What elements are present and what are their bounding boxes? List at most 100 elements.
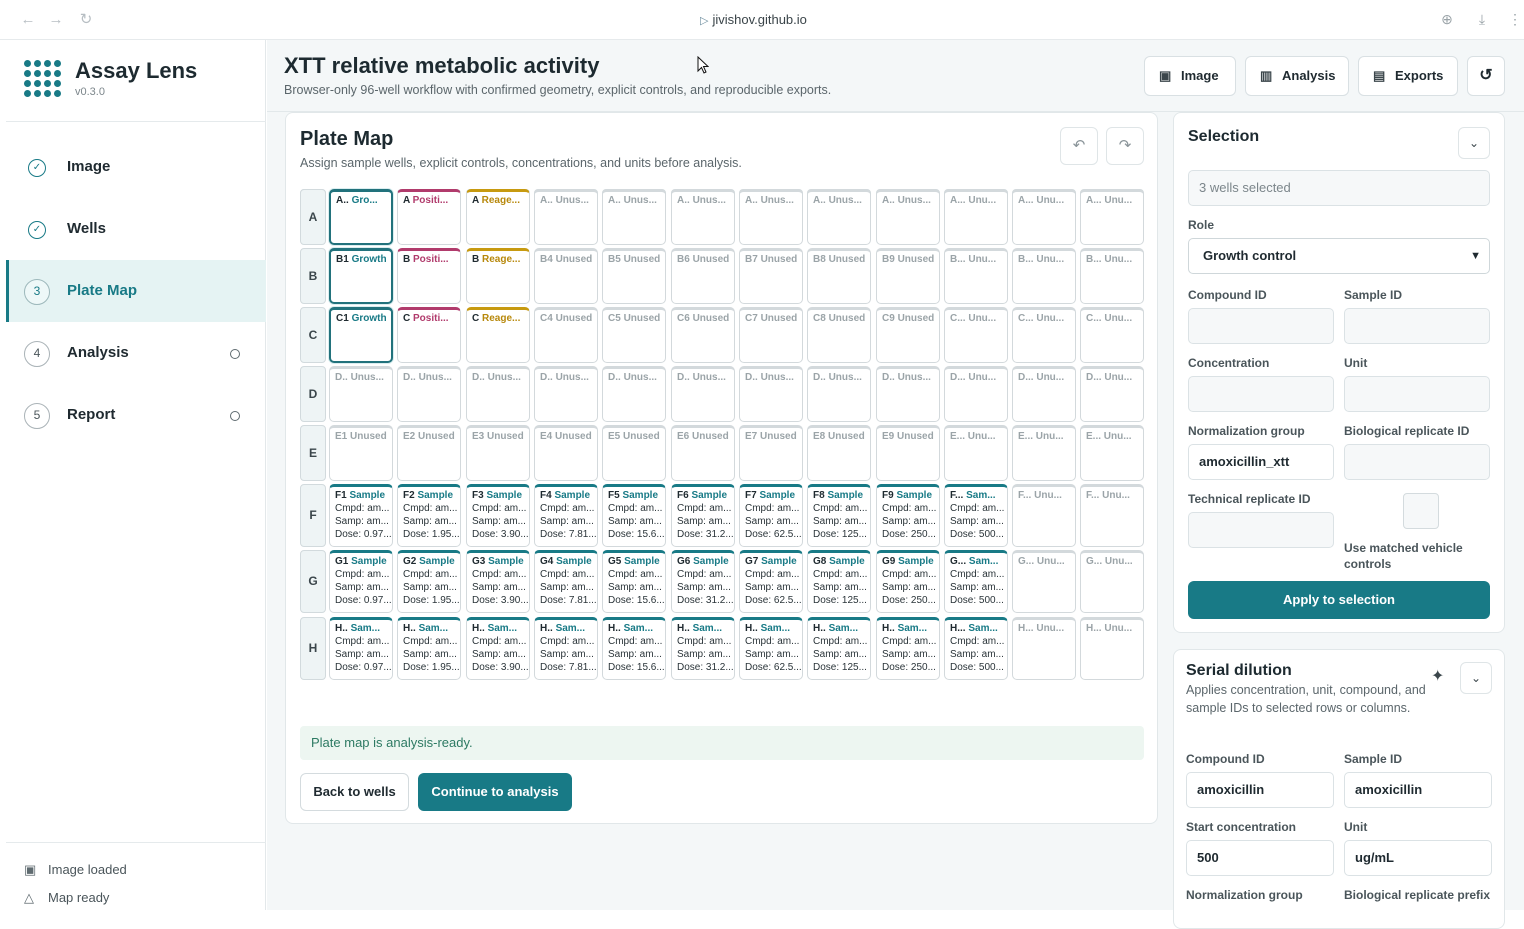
forward-arrow-icon[interactable]: →: [47, 11, 65, 29]
well[interactable]: H... Unu...: [1012, 617, 1076, 680]
well[interactable]: D... Unu...: [1012, 366, 1076, 422]
well[interactable]: B1 Growth: [329, 248, 393, 304]
step-analysis[interactable]: 4 Analysis: [6, 322, 266, 384]
well[interactable]: A.. Unus...: [876, 189, 940, 245]
menu-kebab-icon[interactable]: ⋮: [1507, 11, 1523, 27]
role-select[interactable]: Growth control ▼: [1188, 238, 1490, 274]
well[interactable]: C6 Unused: [671, 307, 735, 363]
well[interactable]: E4 Unused: [534, 425, 598, 481]
well[interactable]: G... Sam... Cmpd: am... Samp: am... Dose: 5…: [944, 550, 1008, 613]
well[interactable]: B... Unu...: [1012, 248, 1076, 304]
magic-wand-icon[interactable]: ✦: [1431, 666, 1444, 686]
well[interactable]: H... Sam... Cmpd: am... Samp: am... Dose: 5…: [944, 617, 1008, 680]
well[interactable]: F... Unu...: [1080, 484, 1144, 547]
vehicle-controls-checkbox[interactable]: [1403, 493, 1439, 529]
well[interactable]: A... Unu...: [944, 189, 1008, 245]
well[interactable]: H.. Sam... Cmpd: am... Samp: am... Dose: 62…: [739, 617, 803, 680]
well[interactable]: H.. Sam... Cmpd: am... Samp: am... Dose: 7.…: [534, 617, 598, 680]
sample-id-input[interactable]: [1344, 308, 1490, 344]
well[interactable]: B Reage...: [466, 248, 530, 304]
well[interactable]: H.. Sam... Cmpd: am... Samp: am... Dose: 31…: [671, 617, 735, 680]
well[interactable]: F9 Sample Cmpd: am... Samp: am... Dose: 250…: [876, 484, 940, 547]
well[interactable]: A... Unu...: [1012, 189, 1076, 245]
well[interactable]: G5 Sample Cmpd: am... Samp: am... Dose: 15.…: [602, 550, 666, 613]
well[interactable]: C... Unu...: [1080, 307, 1144, 363]
address-bar[interactable]: ▷ jivishov.github.io: [700, 12, 807, 27]
well[interactable]: C8 Unused: [807, 307, 871, 363]
well[interactable]: B9 Unused: [876, 248, 940, 304]
row-header-D[interactable]: D: [300, 366, 326, 422]
well[interactable]: C... Unu...: [1012, 307, 1076, 363]
reset-icon[interactable]: ↺: [1467, 56, 1505, 96]
well[interactable]: D.. Unus...: [739, 366, 803, 422]
well[interactable]: F8 Sample Cmpd: am... Samp: am... Dose: 125…: [807, 484, 871, 547]
well[interactable]: G... Unu...: [1080, 550, 1144, 613]
well[interactable]: A.. Unus...: [739, 189, 803, 245]
well[interactable]: A.. Unus...: [807, 189, 871, 245]
row-header-C[interactable]: C: [300, 307, 326, 363]
well[interactable]: C1 Growth: [329, 307, 393, 363]
well[interactable]: F3 Sample Cmpd: am... Samp: am... Dose: 3.9…: [466, 484, 530, 547]
well[interactable]: D.. Unus...: [807, 366, 871, 422]
start-concentration-input[interactable]: 500: [1186, 840, 1334, 876]
well[interactable]: B8 Unused: [807, 248, 871, 304]
well[interactable]: H.. Sam... Cmpd: am... Samp: am... Dose: 0.…: [329, 617, 393, 680]
well[interactable]: D.. Unus...: [466, 366, 530, 422]
well[interactable]: B6 Unused: [671, 248, 735, 304]
unit-input[interactable]: [1344, 376, 1490, 412]
well[interactable]: G6 Sample Cmpd: am... Samp: am... Dose: 31.…: [671, 550, 735, 613]
well[interactable]: F... Sam... Cmpd: am... Samp: am... Dose: 5…: [944, 484, 1008, 547]
step-plate-map[interactable]: 3 Plate Map: [6, 260, 266, 322]
step-image[interactable]: ✓ Image: [6, 136, 266, 198]
well[interactable]: C9 Unused: [876, 307, 940, 363]
well[interactable]: B Positi...: [397, 248, 461, 304]
well[interactable]: A.. Unus...: [534, 189, 598, 245]
serial-sample-input[interactable]: amoxicillin: [1344, 772, 1492, 808]
well[interactable]: E... Unu...: [1012, 425, 1076, 481]
well[interactable]: F5 Sample Cmpd: am... Samp: am... Dose: 15.…: [602, 484, 666, 547]
well[interactable]: H... Unu...: [1080, 617, 1144, 680]
well[interactable]: G1 Sample Cmpd: am... Samp: am... Dose: 0.9…: [329, 550, 393, 613]
well[interactable]: C... Unu...: [944, 307, 1008, 363]
well[interactable]: H.. Sam... Cmpd: am... Samp: am... Dose: 25…: [876, 617, 940, 680]
well[interactable]: H.. Sam... Cmpd: am... Samp: am... Dose: 15…: [602, 617, 666, 680]
header-image-button[interactable]: ▣ Image: [1144, 56, 1236, 96]
back-arrow-icon[interactable]: ←: [19, 11, 37, 29]
well[interactable]: G4 Sample Cmpd: am... Samp: am... Dose: 7.8…: [534, 550, 598, 613]
well[interactable]: F1 Sample Cmpd: am... Samp: am... Dose: 0.9…: [329, 484, 393, 547]
apply-to-selection-button[interactable]: Apply to selection: [1188, 581, 1490, 619]
well[interactable]: C4 Unused: [534, 307, 598, 363]
well[interactable]: D.. Unus...: [876, 366, 940, 422]
well[interactable]: D.. Unus...: [602, 366, 666, 422]
compound-id-input[interactable]: [1188, 308, 1334, 344]
well[interactable]: E1 Unused: [329, 425, 393, 481]
well[interactable]: A... Unu...: [1080, 189, 1144, 245]
biological-replicate-input[interactable]: [1344, 444, 1490, 480]
well[interactable]: E3 Unused: [466, 425, 530, 481]
well[interactable]: H.. Sam... Cmpd: am... Samp: am... Dose: 3.…: [466, 617, 530, 680]
well[interactable]: F2 Sample Cmpd: am... Samp: am... Dose: 1.9…: [397, 484, 461, 547]
well[interactable]: H.. Sam... Cmpd: am... Samp: am... Dose: 1.…: [397, 617, 461, 680]
serial-compound-input[interactable]: amoxicillin: [1186, 772, 1334, 808]
well[interactable]: C7 Unused: [739, 307, 803, 363]
well[interactable]: F4 Sample Cmpd: am... Samp: am... Dose: 7.8…: [534, 484, 598, 547]
concentration-input[interactable]: [1188, 376, 1334, 412]
well[interactable]: B... Unu...: [944, 248, 1008, 304]
undo-icon[interactable]: ↶: [1060, 127, 1098, 165]
well[interactable]: E7 Unused: [739, 425, 803, 481]
header-analysis-button[interactable]: ▥ Analysis: [1245, 56, 1349, 96]
well[interactable]: D.. Unus...: [329, 366, 393, 422]
well[interactable]: D... Unu...: [944, 366, 1008, 422]
well[interactable]: B4 Unused: [534, 248, 598, 304]
well[interactable]: C Reage...: [466, 307, 530, 363]
well[interactable]: B... Unu...: [1080, 248, 1144, 304]
well[interactable]: F... Unu...: [1012, 484, 1076, 547]
row-header-H[interactable]: H: [300, 617, 326, 680]
well[interactable]: D.. Unus...: [397, 366, 461, 422]
well[interactable]: D... Unu...: [1080, 366, 1144, 422]
well[interactable]: E9 Unused: [876, 425, 940, 481]
well[interactable]: F6 Sample Cmpd: am... Samp: am... Dose: 31.…: [671, 484, 735, 547]
well[interactable]: G2 Sample Cmpd: am... Samp: am... Dose: 1.9…: [397, 550, 461, 613]
well[interactable]: E6 Unused: [671, 425, 735, 481]
well[interactable]: F7 Sample Cmpd: am... Samp: am... Dose: 62.…: [739, 484, 803, 547]
